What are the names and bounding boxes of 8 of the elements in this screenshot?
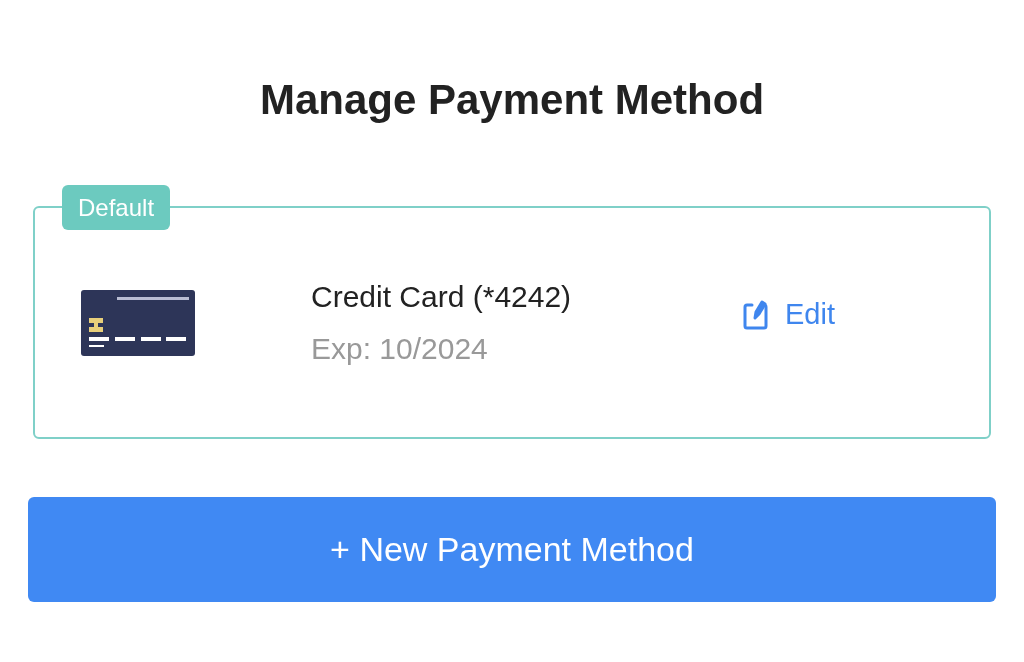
page-title: Manage Payment Method: [259, 75, 765, 125]
new-payment-method-button[interactable]: + New Payment Method: [28, 497, 996, 602]
credit-card-icon: [81, 289, 195, 356]
edit-icon: [743, 299, 769, 330]
edit-link[interactable]: Edit: [743, 292, 835, 337]
card-expiry: Exp: 10/2024: [311, 330, 489, 367]
card-name: Credit Card (*4242): [311, 278, 573, 315]
default-badge: Default: [62, 185, 171, 230]
